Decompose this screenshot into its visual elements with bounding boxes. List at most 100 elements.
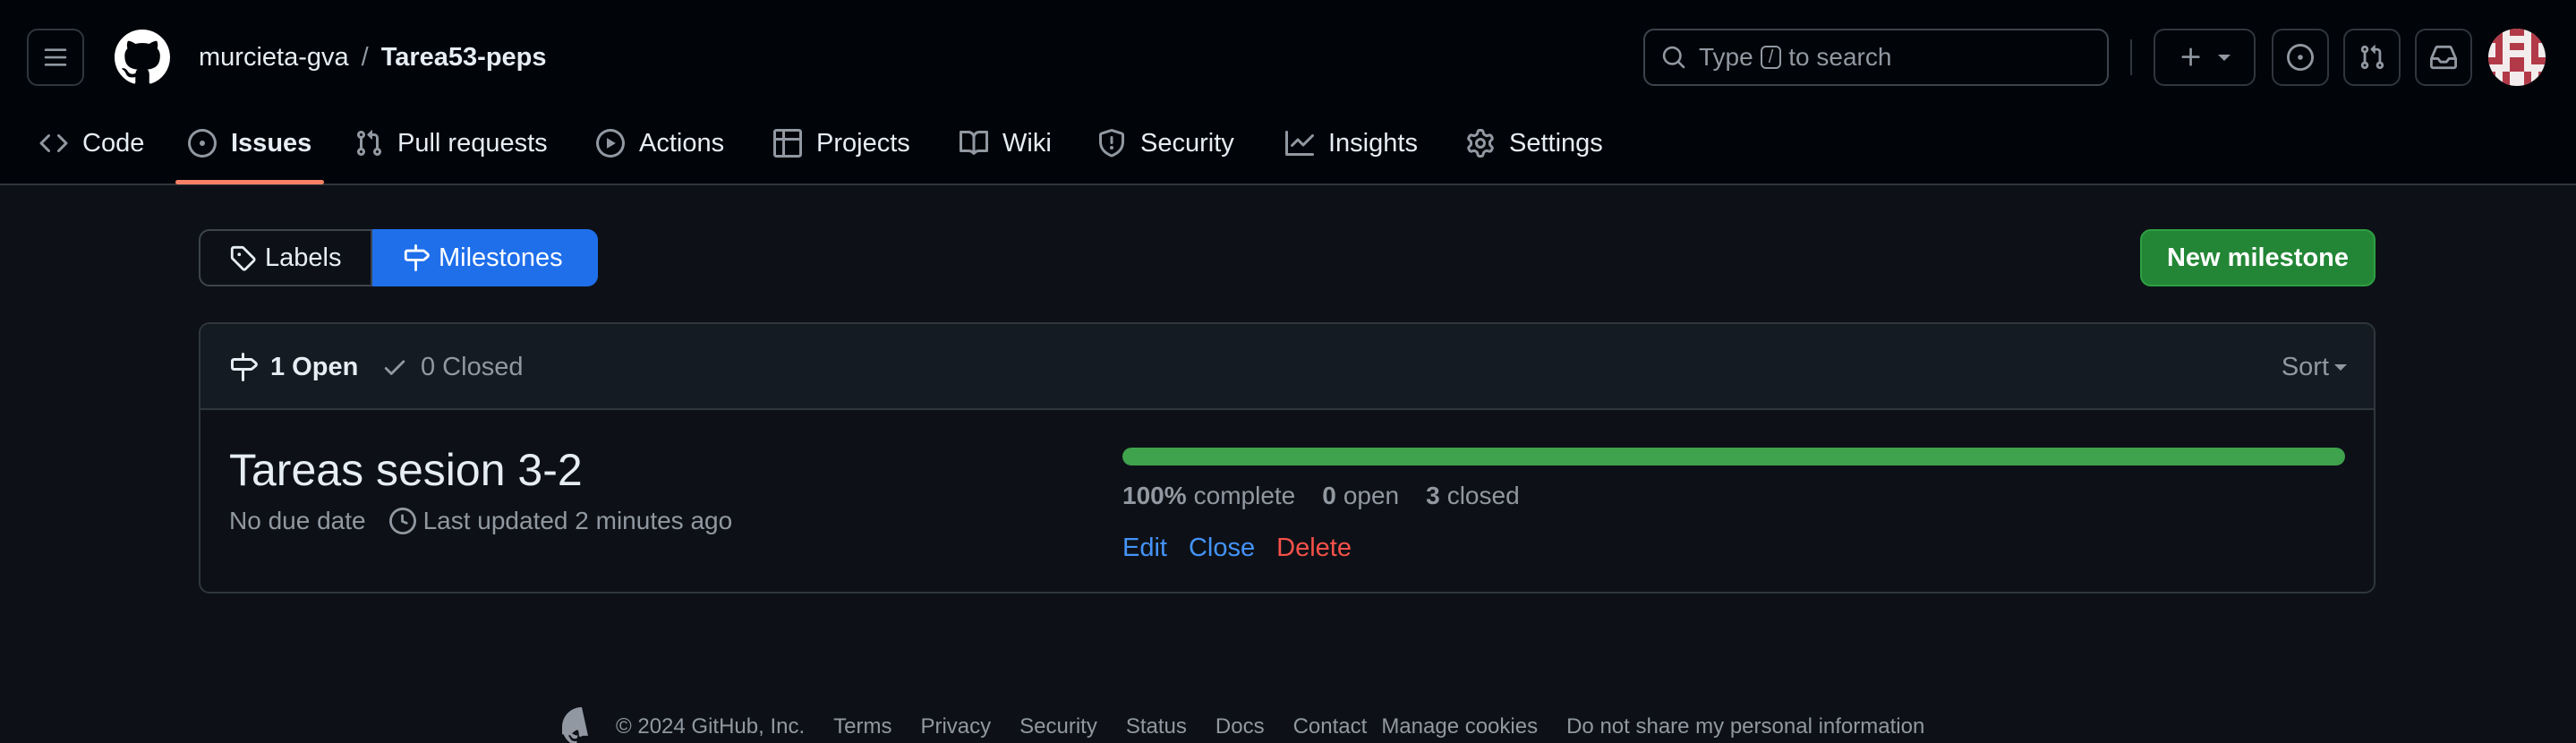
graph-icon: [1285, 131, 1314, 156]
issues-button[interactable]: [2272, 29, 2329, 86]
git-pull-request-icon: [2360, 45, 2384, 70]
tab-insights-label: Insights: [1328, 128, 1418, 158]
repo-link[interactable]: Tarea53-peps: [381, 43, 547, 73]
labels-tab[interactable]: Labels: [199, 229, 372, 286]
hamburger-icon: [44, 48, 67, 66]
footer-copyright: © 2024 GitHub, Inc.: [616, 714, 806, 739]
milestone-stats: 100% complete 0 open 3 closed: [1122, 478, 1547, 514]
tag-icon: [230, 245, 256, 271]
milestones-list: 1 Open 0 Closed Sort Tareas sesion 3-2 N…: [199, 322, 2376, 594]
check-icon: [384, 360, 405, 375]
footer-link-privacy[interactable]: Privacy: [920, 714, 991, 739]
create-new-button[interactable]: [2154, 29, 2256, 86]
shield-icon: [1099, 129, 1124, 158]
search-placeholder-suffix: to search: [1788, 43, 1892, 71]
closed-milestones-filter[interactable]: 0 Closed: [381, 349, 523, 385]
play-icon: [596, 129, 625, 158]
sort-label: Sort: [2281, 352, 2329, 381]
app-header: murcieta-gva / Tarea53-peps Type / to se…: [0, 0, 2576, 185]
milestone-meta: No due date Last updated 2 minutes ago: [229, 503, 732, 539]
tab-insights[interactable]: Insights: [1285, 116, 1418, 170]
milestones-list-header: 1 Open 0 Closed Sort: [200, 324, 2374, 410]
table-icon: [773, 129, 802, 158]
tab-actions-label: Actions: [639, 128, 725, 158]
close-link[interactable]: Close: [1189, 534, 1255, 563]
breadcrumb: murcieta-gva / Tarea53-peps: [199, 39, 547, 75]
open-issues-count[interactable]: 0 open: [1322, 482, 1399, 510]
code-icon: [39, 133, 68, 153]
closed-count-label: 0 Closed: [421, 352, 524, 381]
open-milestones-filter[interactable]: 1 Open: [229, 349, 358, 385]
labels-tab-label: Labels: [265, 243, 342, 272]
due-date-label: No due date: [229, 507, 366, 534]
plus-icon: [2181, 47, 2200, 66]
git-pull-request-icon: [356, 130, 382, 157]
clock-icon: [388, 508, 416, 534]
open-count-label: 1 Open: [270, 352, 359, 381]
footer-link-docs[interactable]: Docs: [1215, 714, 1265, 739]
milestone-icon: [404, 244, 430, 271]
footer-link-contact[interactable]: Contact: [1293, 714, 1368, 739]
milestones-tab-label: Milestones: [439, 243, 563, 272]
delete-link[interactable]: Delete: [1276, 534, 1352, 563]
tab-pull-requests-label: Pull requests: [397, 128, 548, 158]
sort-dropdown[interactable]: Sort: [2282, 349, 2347, 385]
footer-link-security[interactable]: Security: [1019, 714, 1097, 739]
milestone-title[interactable]: Tareas sesion 3-2: [229, 444, 583, 496]
tab-settings[interactable]: Settings: [1466, 116, 1603, 170]
milestones-tab[interactable]: Milestones: [372, 229, 598, 286]
tab-issues-label: Issues: [231, 128, 312, 158]
milestone-progress-bar: [1122, 448, 2345, 465]
closed-issues-count[interactable]: 3 closed: [1426, 482, 1520, 510]
tab-settings-label: Settings: [1509, 128, 1603, 158]
tab-wiki[interactable]: Wiki: [960, 116, 1052, 170]
search-shortcut-key: /: [1760, 46, 1782, 69]
tab-projects[interactable]: Projects: [773, 116, 910, 170]
milestone-actions: Edit Close Delete: [1122, 530, 1373, 566]
pull-requests-button[interactable]: [2343, 29, 2401, 86]
github-logo[interactable]: [115, 30, 170, 85]
chevron-down-icon: [2218, 54, 2231, 61]
tab-projects-label: Projects: [816, 128, 910, 158]
footer-link-status[interactable]: Status: [1126, 714, 1187, 739]
caret-down-icon: [2334, 363, 2347, 371]
tab-security[interactable]: Security: [1097, 116, 1234, 170]
edit-link[interactable]: Edit: [1122, 534, 1167, 563]
user-avatar[interactable]: [2488, 29, 2546, 86]
page-footer: © 2024 GitHub, Inc. Terms Privacy Securi…: [562, 707, 1953, 743]
breadcrumb-separator: /: [361, 42, 369, 72]
labels-milestones-subnav: Labels Milestones: [199, 229, 598, 286]
tab-code[interactable]: Code: [39, 116, 144, 170]
milestone-icon: [231, 353, 258, 381]
tab-wiki-label: Wiki: [1002, 128, 1052, 158]
footer-link-manage-cookies[interactable]: Manage cookies: [1381, 714, 1538, 739]
percent-complete: 100% complete: [1122, 482, 1296, 509]
menu-button[interactable]: [27, 29, 84, 86]
footer-link-terms[interactable]: Terms: [833, 714, 891, 739]
github-mark-icon[interactable]: [562, 707, 601, 743]
issue-opened-icon: [2287, 44, 2314, 71]
tab-actions[interactable]: Actions: [596, 116, 724, 170]
tab-security-label: Security: [1140, 128, 1234, 158]
avatar-identicon-icon: [2488, 29, 2546, 86]
tab-issues[interactable]: Issues: [188, 116, 311, 170]
inbox-button[interactable]: [2415, 29, 2472, 86]
owner-link[interactable]: murcieta-gva: [199, 43, 349, 73]
github-mark-icon: [115, 30, 170, 84]
tab-pull-requests[interactable]: Pull requests: [354, 116, 548, 170]
issue-opened-icon: [188, 129, 217, 158]
search-icon: [1662, 46, 1685, 69]
inbox-icon: [2430, 45, 2457, 70]
active-tab-indicator: [175, 180, 324, 184]
tab-code-label: Code: [82, 128, 145, 158]
book-icon: [960, 130, 988, 155]
header-divider: [2130, 39, 2132, 75]
new-milestone-button[interactable]: New milestone: [2140, 229, 2376, 286]
search-placeholder-prefix: Type: [1699, 43, 1753, 71]
gear-icon: [1467, 129, 1494, 158]
footer-link-do-not-share[interactable]: Do not share my personal information: [1566, 714, 1924, 739]
repo-nav: Code Issues Pull requests Actions Projec…: [0, 116, 2576, 185]
last-updated-label: Last updated 2 minutes ago: [422, 507, 733, 534]
progress-bar-fill: [1122, 448, 2345, 465]
search-input[interactable]: Type / to search: [1643, 29, 2109, 86]
